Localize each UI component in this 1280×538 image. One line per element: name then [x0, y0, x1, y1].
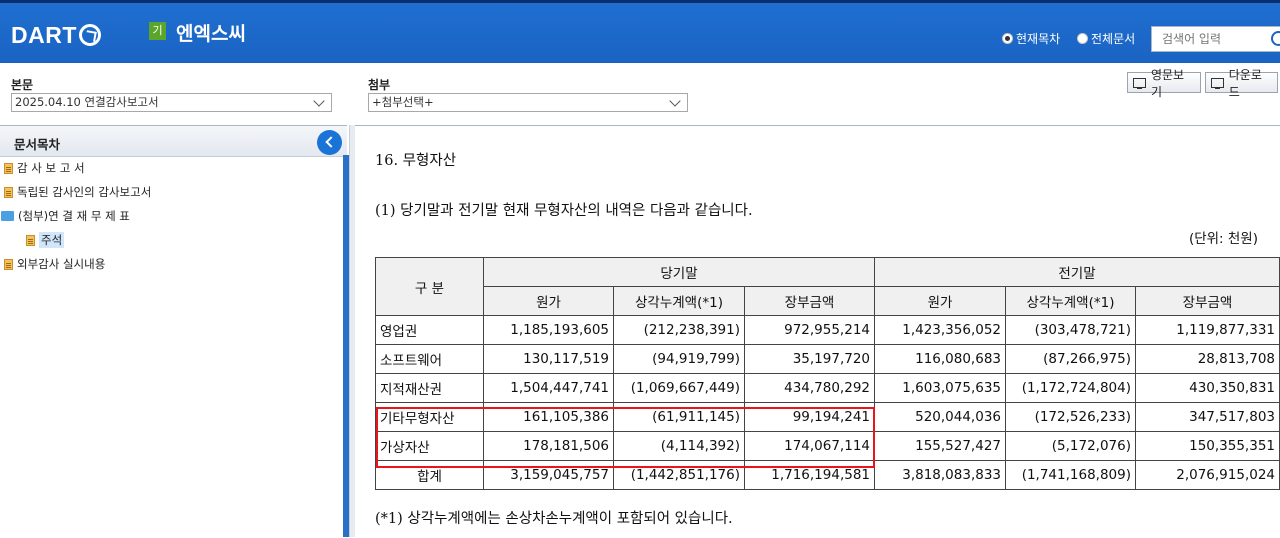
column-header: 장부금액 [1135, 286, 1280, 316]
value-cell: 1,119,877,331 [1135, 315, 1280, 345]
value-cell: (1,069,667,449) [613, 373, 745, 403]
search-box[interactable] [1151, 26, 1280, 52]
value-cell: (5,172,076) [1005, 431, 1136, 461]
folder-icon [1, 211, 14, 221]
main-doc-label: 본문 [11, 78, 34, 92]
scope-current[interactable]: 현재목차 [1002, 30, 1060, 47]
download-button[interactable]: 다운로드 [1205, 68, 1278, 99]
footnote: (*1) 상각누계액에는 손상차손누계액이 포함되어 있습니다. [375, 511, 733, 527]
document-icon [4, 162, 13, 174]
column-header: 상각누계액(*1) [1005, 286, 1136, 316]
scope-all[interactable]: 전체문서 [1077, 30, 1135, 47]
dart-logo[interactable]: DART [11, 19, 101, 51]
total-cell: (1,741,168,809) [1005, 460, 1136, 490]
radio-icon[interactable] [1077, 33, 1088, 44]
value-cell: 430,350,831 [1135, 373, 1280, 403]
search-input[interactable] [1160, 27, 1264, 51]
corp-type-badge: 기 [149, 22, 166, 40]
row-label: 영업권 [375, 315, 484, 345]
english-view-button[interactable]: 영문보기 [1127, 68, 1201, 99]
toc-header: 문서목차 [0, 126, 347, 157]
toc-item-consolidated-fs[interactable]: (첨부)연 결 재 무 제 표 [1, 207, 130, 225]
value-cell: 1,504,447,741 [483, 373, 614, 403]
toc-item-independent-auditor[interactable]: 독립된 감사인의 감사보고서 [4, 183, 151, 201]
value-cell: 1,603,075,635 [874, 373, 1006, 403]
chevron-down-icon [313, 95, 325, 107]
value-cell: 130,117,519 [483, 344, 614, 374]
document-icon [26, 234, 35, 246]
value-cell: 116,080,683 [874, 344, 1006, 374]
table-row: 지적재산권 1,504,447,741 (1,069,667,449) 434,… [375, 373, 1280, 403]
row-label: 지적재산권 [375, 373, 484, 403]
header-bar: DART 기 엔엑스씨 현재목차 전체문서 [0, 3, 1280, 63]
document-icon [4, 258, 13, 270]
column-header: 상각누계액(*1) [613, 286, 745, 316]
monitor-icon [1133, 77, 1146, 89]
value-cell: 520,044,036 [874, 402, 1006, 432]
value-cell: (303,478,721) [1005, 315, 1136, 345]
value-cell: 35,197,720 [744, 344, 875, 374]
toc-panel: 문서목차 감 사 보 고 서 독립된 감사인의 감사보고서 (첨부)연 결 재 … [0, 125, 347, 538]
value-cell: 28,813,708 [1135, 344, 1280, 374]
chevron-down-icon [669, 95, 681, 107]
toc-item-external-audit[interactable]: 외부감사 실시내용 [4, 255, 105, 273]
value-cell: 972,955,214 [744, 315, 875, 345]
row-label: 소프트웨어 [375, 344, 484, 374]
search-icon[interactable] [1271, 31, 1280, 46]
value-cell: (172,526,233) [1005, 402, 1136, 432]
table-row: 소프트웨어 130,117,519 (94,919,799) 35,197,72… [375, 344, 1280, 374]
column-header: 장부금액 [744, 286, 875, 316]
value-cell: 1,423,356,052 [874, 315, 1006, 345]
document-selector-bar: 본문 2025.04.10 연결감사보고서 첨부 +첨부선택+ [0, 63, 1280, 125]
toc-item-audit-report[interactable]: 감 사 보 고 서 [4, 159, 85, 177]
value-cell: 347,517,803 [1135, 402, 1280, 432]
toc-item-notes[interactable]: 주석 [26, 231, 65, 249]
group-header-prior: 전기말 [874, 257, 1280, 287]
attach-select[interactable]: +첨부선택+ [368, 93, 688, 112]
table-header-row: 구 분 당기말 전기말 [375, 257, 1280, 316]
value-cell: 150,355,351 [1135, 431, 1280, 461]
document-icon [4, 186, 13, 198]
value-cell: (212,238,391) [613, 315, 745, 345]
logo-ring-icon [78, 24, 101, 46]
column-header: 원가 [874, 286, 1006, 316]
column-header: 원가 [483, 286, 614, 316]
main-doc-select[interactable]: 2025.04.10 연결감사보고서 [11, 93, 332, 112]
company-name: 엔엑스씨 [176, 23, 246, 45]
intro-paragraph: (1) 당기말과 전기말 현재 무형자산의 내역은 다음과 같습니다. [375, 203, 753, 219]
value-cell: 1,185,193,605 [483, 315, 614, 345]
value-cell: (94,919,799) [613, 344, 745, 374]
row-header-cell: 구 분 [375, 257, 484, 316]
toc-title: 문서목차 [14, 137, 61, 152]
value-cell: (1,172,724,804) [1005, 373, 1136, 403]
table-row: 영업권 1,185,193,605 (212,238,391) 972,955,… [375, 315, 1280, 345]
value-cell: (87,266,975) [1005, 344, 1136, 374]
total-cell: 2,076,915,024 [1135, 460, 1280, 490]
table-subheader-row: 원가 상각누계액(*1) 장부금액 원가 상각누계액(*1) 장부금액 [376, 286, 1280, 316]
section-title: 16. 무형자산 [375, 153, 457, 169]
radio-selected-icon[interactable] [1002, 33, 1013, 44]
monitor-icon [1211, 77, 1224, 89]
highlight-annotation-box [376, 407, 875, 468]
total-cell: 3,818,083,833 [874, 460, 1006, 490]
value-cell: 155,527,427 [874, 431, 1006, 461]
collapse-panel-icon[interactable] [317, 130, 342, 155]
value-cell: 434,780,292 [744, 373, 875, 403]
group-header-current: 당기말 [483, 257, 875, 287]
unit-label: (단위: 천원) [1188, 231, 1258, 247]
attach-label: 첨부 [368, 78, 391, 92]
document-content: 16. 무형자산 (1) 당기말과 전기말 현재 무형자산의 내역은 다음과 같… [355, 125, 1280, 538]
